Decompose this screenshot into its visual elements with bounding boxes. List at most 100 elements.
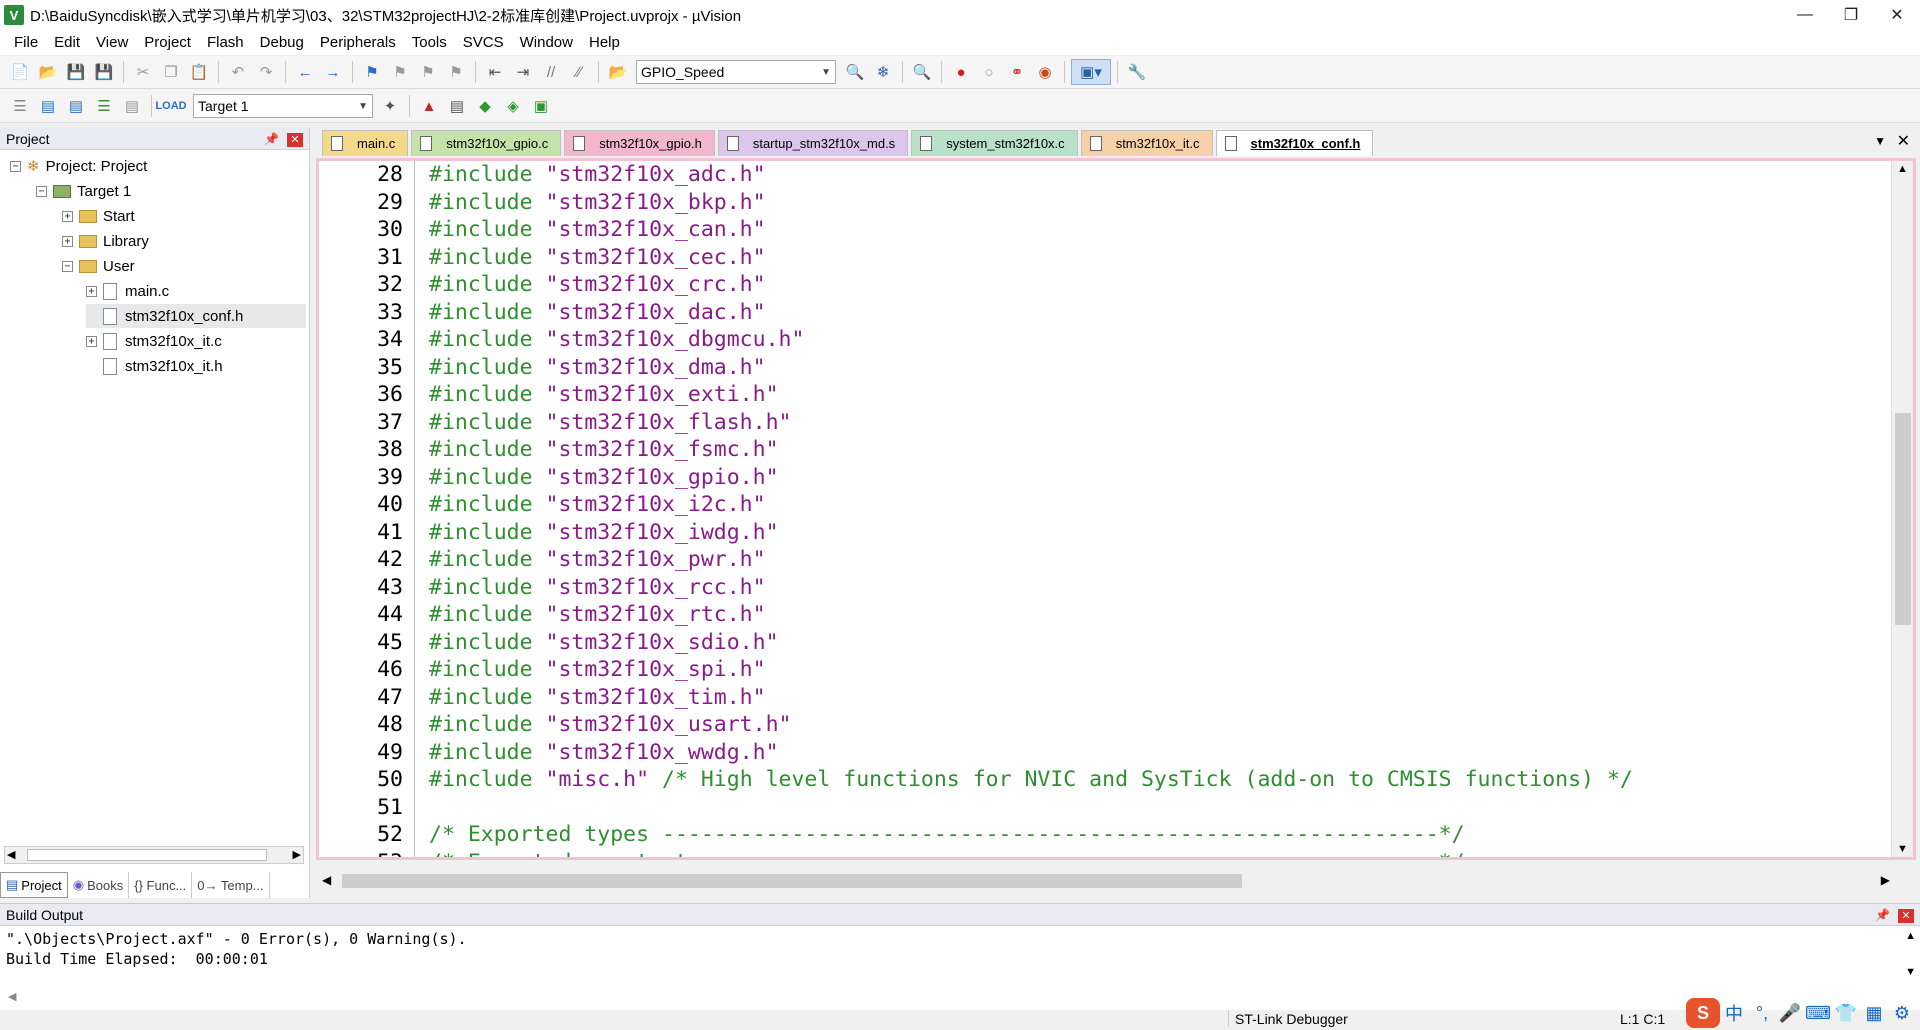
new-file-icon[interactable]: 📄 — [7, 59, 33, 85]
redo-icon[interactable]: ↷ — [253, 59, 279, 85]
code-line[interactable]: 28 #include "stm32f10x_adc.h" — [319, 161, 1869, 188]
code-line[interactable]: 53 /* Exported constants ----------------… — [319, 849, 1869, 858]
save-all-icon[interactable]: 💾 — [91, 59, 117, 85]
target-options-icon[interactable]: ✦ — [377, 93, 403, 119]
code-line[interactable]: 37 #include "stm32f10x_flash.h" — [319, 409, 1869, 436]
tab-list-chevron-icon[interactable]: ▼ — [1874, 134, 1886, 148]
sogou-icon[interactable]: S — [1686, 998, 1720, 1028]
translate-icon[interactable]: ☰ — [7, 93, 33, 119]
scroll-left-icon[interactable]: ◀ — [7, 848, 15, 861]
expand-icon[interactable]: + — [86, 285, 97, 297]
settings-icon[interactable]: ⚙ — [1888, 998, 1916, 1028]
editor-horizontal-scrollbar[interactable]: ◀ ▶ — [316, 870, 1920, 892]
scroll-up-icon[interactable]: ▲ — [1897, 163, 1908, 175]
indent-icon[interactable]: ⇤ — [482, 59, 508, 85]
find-combo[interactable]: GPIO_Speed ▼ — [636, 60, 836, 84]
scroll-up-icon[interactable]: ▲ — [1905, 930, 1916, 942]
clear-bookmarks-icon[interactable]: ⚑ — [443, 59, 469, 85]
save-icon[interactable]: 💾 — [63, 59, 89, 85]
tree-group-start[interactable]: + Start — [62, 204, 135, 228]
close-icon[interactable]: ✕ — [1874, 0, 1920, 30]
tree-file-conf-h[interactable]: stm32f10x_conf.h — [86, 304, 306, 328]
collapse-icon[interactable]: − — [10, 160, 21, 172]
scroll-right-icon[interactable]: ▶ — [293, 848, 301, 861]
scroll-thumb[interactable] — [1895, 413, 1911, 625]
expand-icon[interactable]: + — [62, 235, 73, 247]
tab-system-c[interactable]: system_stm32f10x.c — [911, 130, 1078, 156]
build-icon[interactable]: ▤ — [35, 93, 61, 119]
tree-group-library[interactable]: + Library — [62, 229, 149, 253]
expand-icon[interactable]: + — [86, 335, 97, 347]
tab-gpio-c[interactable]: stm32f10x_gpio.c — [411, 130, 562, 156]
code-line[interactable]: 43 #include "stm32f10x_rcc.h" — [319, 574, 1869, 601]
menu-flash[interactable]: Flash — [199, 34, 252, 51]
configure-icon[interactable]: 🔧 — [1124, 59, 1150, 85]
scroll-left-icon[interactable]: ◀ — [322, 873, 331, 887]
pin-icon[interactable]: 📌 — [264, 132, 279, 146]
menu-project[interactable]: Project — [136, 34, 199, 51]
toolbox-icon[interactable]: ▦ — [1860, 998, 1888, 1028]
code-line[interactable]: 47 #include "stm32f10x_tim.h" — [319, 684, 1869, 711]
tab-startup-s[interactable]: startup_stm32f10x_md.s — [717, 130, 909, 156]
close-icon[interactable]: ✕ — [287, 132, 303, 147]
punctuation-icon[interactable]: °, — [1748, 998, 1776, 1028]
open-file-icon[interactable]: 📂 — [35, 59, 61, 85]
tab-main-c[interactable]: main.c — [322, 130, 409, 156]
start-debug-icon[interactable]: 🔍 — [909, 59, 935, 85]
run-time-environment-icon[interactable]: ◆ — [472, 93, 498, 119]
tab-conf-h[interactable]: stm32f10x_conf.h — [1215, 130, 1374, 156]
tab-gpio-h[interactable]: stm32f10x_gpio.h — [564, 130, 715, 156]
find-icon[interactable]: 🔍 — [842, 59, 868, 85]
code-line[interactable]: 46 #include "stm32f10x_spi.h" — [319, 656, 1869, 683]
code-line[interactable]: 45 #include "stm32f10x_sdio.h" — [319, 629, 1869, 656]
software-packs-icon[interactable]: ▣ — [528, 93, 554, 119]
unindent-icon[interactable]: ⇥ — [510, 59, 536, 85]
menu-view[interactable]: View — [88, 34, 136, 51]
rebuild-icon[interactable]: ▤ — [63, 93, 89, 119]
code-line[interactable]: 35 #include "stm32f10x_dma.h" — [319, 354, 1869, 381]
tree-file-it-h[interactable]: stm32f10x_it.h — [86, 354, 223, 378]
comment-icon[interactable]: // — [538, 59, 564, 85]
prev-bookmark-icon[interactable]: ⚑ — [387, 59, 413, 85]
scroll-thumb[interactable] — [27, 849, 267, 861]
menu-help[interactable]: Help — [581, 34, 628, 51]
paste-icon[interactable]: 📋 — [186, 59, 212, 85]
batch-build-icon[interactable]: ☰ — [91, 93, 117, 119]
tree-target[interactable]: − Target 1 — [36, 179, 131, 203]
collapse-icon[interactable]: − — [36, 185, 47, 197]
skin-icon[interactable]: 👕 — [1832, 998, 1860, 1028]
tree-file-main-c[interactable]: + main.c — [86, 279, 169, 303]
code-line[interactable]: 48 #include "stm32f10x_usart.h" — [319, 711, 1869, 738]
navigate-forward-icon[interactable]: → — [320, 59, 346, 85]
menu-window[interactable]: Window — [512, 34, 581, 51]
ime-mode-indicator[interactable]: 中 — [1720, 998, 1748, 1028]
download-icon[interactable]: LOAD — [155, 93, 186, 119]
tree-group-user[interactable]: − User — [62, 254, 135, 278]
tab-templates[interactable]: 0→ Temp... — [192, 872, 270, 898]
code-line[interactable]: 51 — [319, 794, 1869, 821]
next-bookmark-icon[interactable]: ⚑ — [415, 59, 441, 85]
kill-all-breakpoints-icon[interactable]: ◉ — [1032, 59, 1058, 85]
menu-edit[interactable]: Edit — [46, 34, 88, 51]
scroll-down-icon[interactable]: ▼ — [1897, 843, 1908, 855]
chevron-down-icon[interactable]: ▼ — [821, 67, 831, 78]
code-line[interactable]: 33 #include "stm32f10x_dac.h" — [319, 299, 1869, 326]
tab-it-c[interactable]: stm32f10x_it.c — [1080, 130, 1213, 156]
tab-functions[interactable]: {} Func... — [129, 872, 193, 898]
disable-breakpoint-icon[interactable]: ○ — [976, 59, 1002, 85]
menu-tools[interactable]: Tools — [404, 34, 455, 51]
incremental-find-icon[interactable]: ❄ — [870, 59, 896, 85]
undo-icon[interactable]: ↶ — [225, 59, 251, 85]
breakpoint-icon[interactable]: ● — [948, 59, 974, 85]
collapse-icon[interactable]: − — [62, 260, 73, 272]
code-editor[interactable]: 28 #include "stm32f10x_adc.h" 29 #include "… — [316, 158, 1916, 860]
stop-build-icon[interactable]: ▤ — [119, 93, 145, 119]
pack-installer-icon[interactable]: ◈ — [500, 93, 526, 119]
code-line[interactable]: 30 #include "stm32f10x_can.h" — [319, 216, 1869, 243]
code-line[interactable]: 34 #include "stm32f10x_dbgmcu.h" — [319, 326, 1869, 353]
code-line[interactable]: 38 #include "stm32f10x_fsmc.h" — [319, 436, 1869, 463]
menu-svcs[interactable]: SVCS — [455, 34, 512, 51]
code-line[interactable]: 42 #include "stm32f10x_pwr.h" — [319, 546, 1869, 573]
window-layout-icon[interactable]: ▣▾ — [1071, 59, 1111, 85]
code-line[interactable]: 39 #include "stm32f10x_gpio.h" — [319, 464, 1869, 491]
